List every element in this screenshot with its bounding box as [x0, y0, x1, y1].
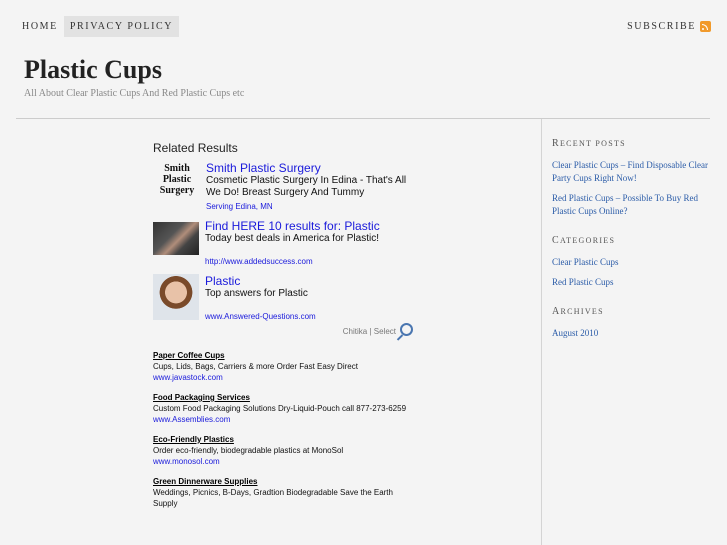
ad-url[interactable]: www.monosol.com: [153, 456, 413, 467]
subscribe-link[interactable]: Subscribe: [627, 21, 711, 32]
related-result-desc: Top answers for Plastic: [205, 288, 308, 299]
recent-posts-widget: Recent Posts Clear Plastic Cups – Find D…: [552, 138, 712, 218]
site-title[interactable]: Plastic Cups: [24, 55, 162, 85]
related-result-title[interactable]: Find HERE 10 results for: Plastic: [205, 219, 380, 233]
recent-post-link[interactable]: Clear Plastic Cups – Find Disposable Cle…: [552, 159, 712, 185]
ad-desc: Order eco-friendly, biodegradable plasti…: [153, 446, 344, 455]
header-divider: [16, 118, 710, 119]
ad-item[interactable]: Paper Coffee Cups Cups, Lids, Bags, Carr…: [153, 350, 413, 383]
person-thumbnail[interactable]: [153, 274, 199, 320]
related-result-url[interactable]: www.Answered-Questions.com: [205, 312, 316, 321]
ad-url[interactable]: www.Assemblies.com: [153, 414, 413, 425]
ad-title[interactable]: Eco-Friendly Plastics: [153, 434, 413, 445]
recent-post-link[interactable]: Red Plastic Cups – Possible To Buy Red P…: [552, 192, 712, 218]
chitika-select[interactable]: Chitika | Select: [153, 323, 413, 336]
category-link[interactable]: Clear Plastic Cups: [552, 256, 712, 269]
ad-desc: Weddings, Picnics, B-Days, Gradtion Biod…: [153, 488, 393, 508]
sidebar-divider: [541, 119, 542, 545]
rss-icon[interactable]: [700, 21, 711, 32]
categories-heading: Categories: [552, 235, 616, 246]
sidebar: Recent Posts Clear Plastic Cups – Find D…: [552, 138, 712, 357]
ad-desc: Cups, Lids, Bags, Carriers & more Order …: [153, 362, 358, 371]
site-tagline: All About Clear Plastic Cups And Red Pla…: [24, 88, 245, 99]
subscribe-label: Subscribe: [627, 21, 696, 32]
categories-widget: Categories Clear Plastic Cups Red Plasti…: [552, 235, 712, 289]
ad-title[interactable]: Paper Coffee Cups: [153, 350, 413, 361]
related-result-url[interactable]: http://www.addedsuccess.com: [205, 257, 380, 266]
related-result[interactable]: Find HERE 10 results for: Plastic Today …: [153, 219, 413, 266]
archives-heading: Archives: [552, 306, 604, 317]
related-result-desc: Cosmetic Plastic Surgery In Edina - That…: [206, 175, 407, 198]
ad-url[interactable]: www.javastock.com: [153, 372, 413, 383]
archives-widget: Archives August 2010: [552, 306, 712, 340]
ad-list: Paper Coffee Cups Cups, Lids, Bags, Carr…: [153, 350, 413, 509]
ad-desc: Custom Food Packaging Solutions Dry-Liqu…: [153, 404, 407, 413]
related-result-title[interactable]: Smith Plastic Surgery: [206, 161, 413, 175]
related-result-url[interactable]: Serving Edina, MN: [206, 202, 413, 211]
hand-thumbnail[interactable]: [153, 222, 199, 255]
nav-home-link[interactable]: Home: [16, 16, 64, 37]
ad-title[interactable]: Green Dinnerware Supplies: [153, 476, 413, 487]
chitika-label[interactable]: Chitika | Select: [343, 327, 396, 336]
nav-privacy-policy-link[interactable]: Privacy Policy: [63, 16, 180, 37]
ad-title[interactable]: Food Packaging Services: [153, 392, 413, 403]
top-nav: Home Privacy Policy: [16, 16, 180, 37]
main-content: Related Results Smith Plastic Surgery Sm…: [153, 141, 413, 518]
ad-item[interactable]: Eco-Friendly Plastics Order eco-friendly…: [153, 434, 413, 467]
smith-logo[interactable]: Smith Plastic Surgery: [153, 161, 201, 211]
recent-posts-heading: Recent Posts: [552, 138, 626, 149]
ad-item[interactable]: Food Packaging Services Custom Food Pack…: [153, 392, 413, 425]
related-result[interactable]: Smith Plastic Surgery Smith Plastic Surg…: [153, 161, 413, 211]
ad-item[interactable]: Green Dinnerware Supplies Weddings, Picn…: [153, 476, 413, 509]
category-link[interactable]: Red Plastic Cups: [552, 276, 712, 289]
related-result[interactable]: Plastic Top answers for Plastic www.Answ…: [153, 274, 413, 321]
archive-link[interactable]: August 2010: [552, 327, 712, 340]
related-result-desc: Today best deals in America for Plastic!: [205, 233, 379, 244]
search-icon[interactable]: [400, 323, 413, 336]
related-results-heading: Related Results: [153, 141, 238, 155]
related-result-title[interactable]: Plastic: [205, 274, 316, 288]
